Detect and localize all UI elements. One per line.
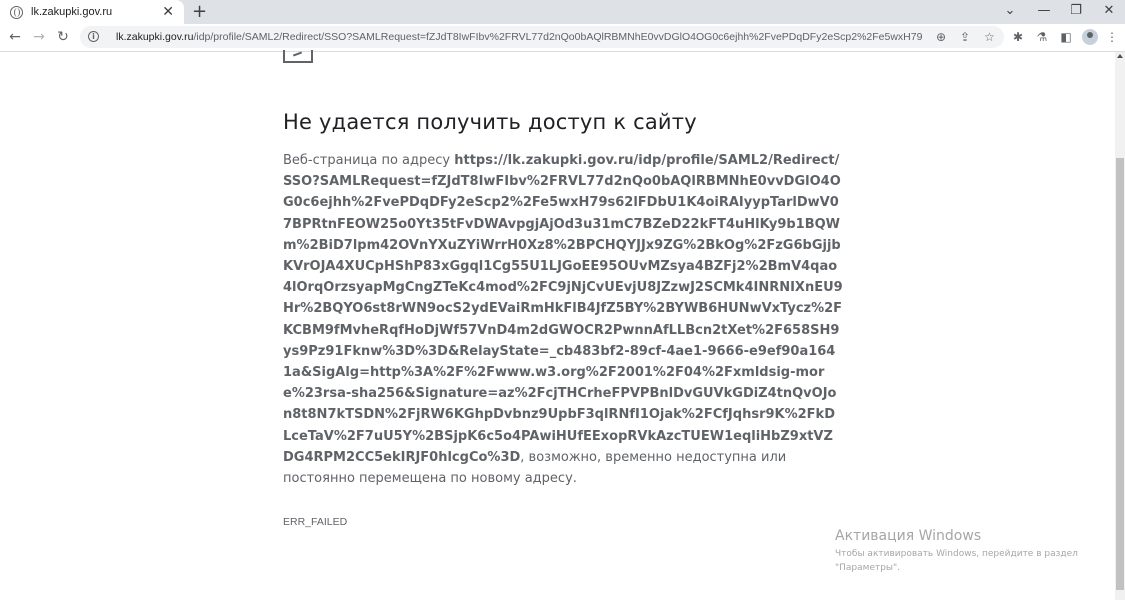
error-url: https://lk.zakupki.gov.ru/idp/profile/SA…	[283, 153, 843, 465]
error-title: Не удается получить доступ к сайту	[283, 110, 697, 134]
site-info-icon[interactable]: i	[88, 31, 99, 42]
share-icon[interactable]: ⇪	[960, 26, 970, 48]
url-text[interactable]: lk.zakupki.gov.ru/idp/profile/SAML2/Redi…	[116, 26, 922, 48]
extensions-icon[interactable]: ✱	[1008, 27, 1028, 47]
error-prefix: Веб-страница по адресу	[283, 153, 455, 168]
zoom-icon[interactable]: ⊕	[936, 26, 946, 48]
tab-title: lk.zakupki.gov.ru	[31, 6, 113, 18]
back-button[interactable]: ←	[5, 27, 25, 47]
bookmark-star-icon[interactable]: ☆	[984, 26, 995, 48]
tab-close-icon[interactable]: ✕	[162, 3, 174, 21]
browser-tab[interactable]: lk.zakupki.gov.ru ✕	[0, 0, 184, 24]
watermark-subtitle: Чтобы активировать Windows, перейдите в …	[835, 549, 1078, 573]
close-window-button[interactable]: ✕	[1093, 0, 1125, 24]
tab-strip: lk.zakupki.gov.ru ✕ + ⌄ — ❐ ✕	[0, 0, 1125, 24]
url-host: lk.zakupki.gov.ru	[116, 31, 194, 43]
flask-icon[interactable]: ⚗	[1032, 27, 1052, 47]
address-bar[interactable]: i lk.zakupki.gov.ru/idp/profile/SAML2/Re…	[80, 26, 1004, 48]
reload-button[interactable]: ↻	[53, 27, 73, 47]
globe-icon	[10, 5, 23, 19]
forward-button[interactable]: →	[29, 27, 49, 47]
error-description: Веб-страница по адресу https://lk.zakupk…	[283, 150, 843, 489]
url-path: /idp/profile/SAML2/Redirect/SSO?SAMLRequ…	[193, 31, 922, 43]
menu-icon[interactable]: ⋮	[1102, 27, 1122, 47]
profile-avatar[interactable]	[1082, 29, 1098, 45]
minimize-button[interactable]: —	[1028, 0, 1060, 24]
page-content: Не удается получить доступ к сайту Веб-с…	[0, 50, 1115, 600]
maximize-button[interactable]: ❐	[1060, 0, 1092, 24]
watermark-title: Активация Windows	[835, 528, 982, 544]
page-scrollbar[interactable]	[1115, 52, 1125, 600]
side-panel-icon[interactable]: ◧	[1056, 27, 1076, 47]
scroll-up-arrow-icon[interactable]	[1117, 54, 1123, 58]
new-tab-button[interactable]: +	[192, 1, 207, 23]
scroll-thumb[interactable]	[1116, 158, 1124, 590]
tab-search-icon[interactable]: ⌄	[994, 0, 1026, 24]
sad-page-icon	[283, 50, 313, 63]
error-code: ERR_FAILED	[283, 516, 348, 528]
browser-toolbar: ← → ↻ i lk.zakupki.gov.ru/idp/profile/SA…	[0, 24, 1125, 52]
windows-activation-watermark: Активация Windows Чтобы активировать Win…	[835, 528, 1090, 575]
